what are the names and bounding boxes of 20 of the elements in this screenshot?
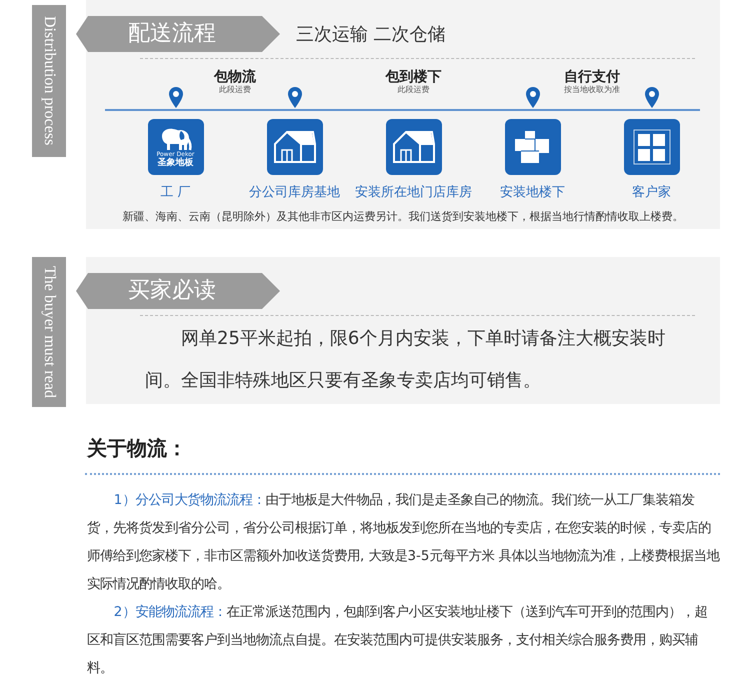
note-text: 新疆、海南、云南（昆明除外）及其他非市区内运费另计。我们送货到安装地楼下，根据当地行情酌情收取上楼费。 — [122, 210, 684, 224]
step-label: 工 厂 — [160, 184, 191, 202]
section-title: 配送流程 — [76, 16, 280, 52]
section-title: 买家必读 — [76, 273, 280, 309]
stage-title: 自行支付 — [563, 69, 621, 85]
subtitle-text: 三次运输 二次仓储 — [296, 22, 446, 46]
stage-note: 此段运费 — [396, 85, 430, 95]
stage-note: 按当地收取为准 — [563, 85, 621, 95]
brand-name: 圣象地板 — [158, 158, 194, 168]
step-label: 安装所在地门店库房 — [355, 184, 472, 202]
stage-title: 包物流 — [212, 69, 257, 85]
paragraph: 1）分公司大货物流流程：由于地板是大件物品，我们是走圣象自己的物流。我们统一从工厂集装箱发货，先将货发到省分公司，省分公司根据订单，将地板发到您所在当地的专卖店，在您安装的时候，专卖店的师傅给到您家楼下，非市区需额外加收送货费用, 大致是3-5元每平方米 具体以当地物流为准，上楼费根据当地实际情况酌情收取的哈。 — [87, 492, 720, 594]
step-label: 安装地楼下 — [500, 184, 565, 202]
stage-title: 包到楼下 — [384, 69, 442, 85]
stage-note: 此段运费 — [218, 85, 252, 95]
step-label: 分公司库房基地 — [249, 184, 340, 202]
section-heading: 关于物流： — [87, 435, 188, 462]
step-label: 客户家 — [632, 184, 671, 202]
body-text: 网单25平米起拍，限6个月内安装，下单时请备注大概安装时间。全国非特殊地区只要有圣象专卖店均可销售。 — [144, 327, 666, 393]
paragraph: 2）安能物流流程：在正常派送范围内，包邮到客户小区安装地址楼下（送到汽车可开到的范围内），超区和盲区范围需要客户到当地物流点自提。在安装范围内可提供安装服务，支付相关综合服务费用，购买辅料。 — [87, 604, 708, 678]
